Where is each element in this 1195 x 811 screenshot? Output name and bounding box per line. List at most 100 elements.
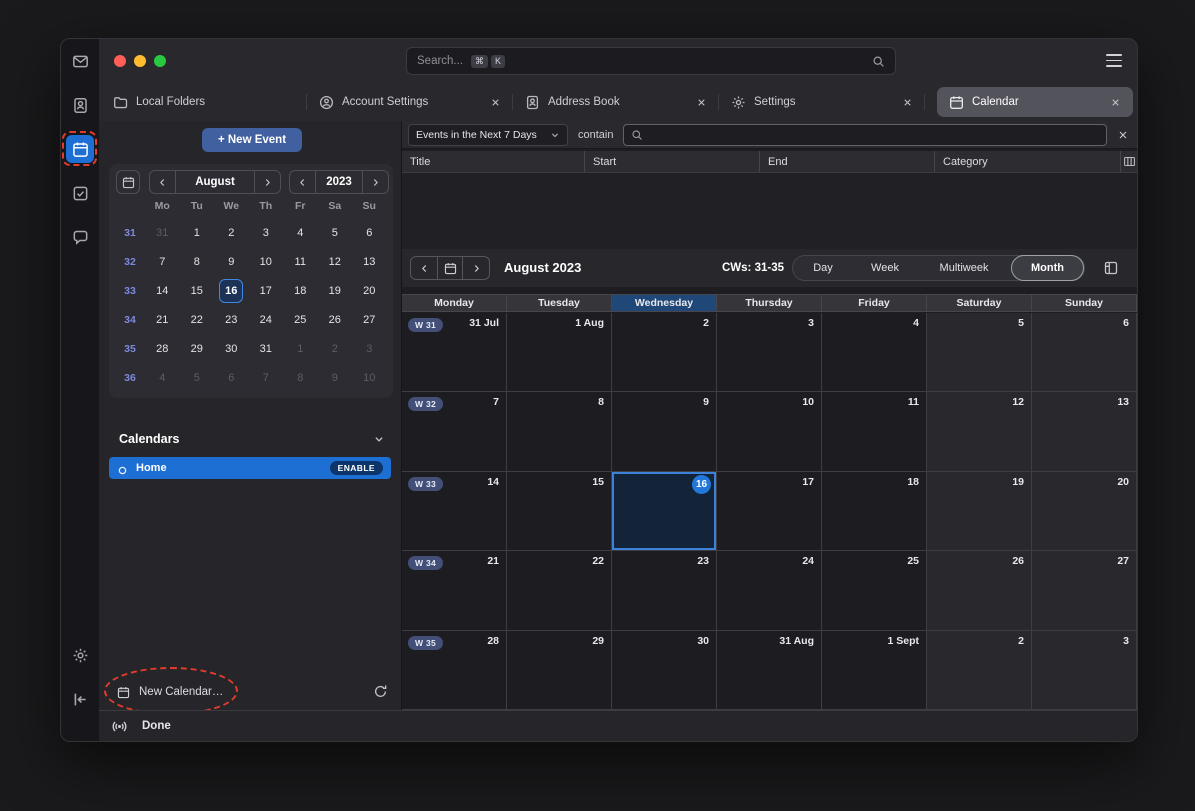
mini-day[interactable]: 14 [150, 279, 174, 303]
tab-close-button[interactable] [490, 97, 501, 108]
day-cell[interactable]: 10 [717, 392, 822, 471]
tab-close-button[interactable] [1110, 97, 1121, 108]
close-button[interactable] [114, 55, 126, 67]
mini-day[interactable]: 6 [357, 221, 381, 245]
view-day[interactable]: Day [793, 255, 853, 281]
sync-calendars-button[interactable] [373, 683, 389, 699]
day-cell[interactable]: 24 [717, 551, 822, 630]
day-cell[interactable]: 16 [612, 472, 717, 551]
next-period-button[interactable] [463, 257, 489, 279]
column-header-start[interactable]: Start [585, 151, 760, 172]
day-cell[interactable]: 11 [822, 392, 927, 471]
tab-local-folders[interactable]: Local Folders [101, 83, 307, 121]
prev-period-button[interactable] [411, 257, 437, 279]
mini-day[interactable]: 4 [288, 221, 312, 245]
day-cell[interactable]: 26 [927, 551, 1032, 630]
mini-day[interactable]: 10 [357, 366, 381, 390]
day-cell[interactable]: 12 [927, 392, 1032, 471]
mini-day[interactable]: 20 [357, 279, 381, 303]
day-cell[interactable]: 3 [717, 313, 822, 392]
new-calendar-button[interactable]: New Calendar… [117, 683, 223, 701]
mini-day[interactable]: 30 [219, 337, 243, 361]
new-event-button[interactable]: + New Event [202, 128, 302, 152]
tab-close-button[interactable] [696, 97, 707, 108]
mini-day[interactable]: 1 [185, 221, 209, 245]
mini-calendar-picker-button[interactable] [116, 170, 140, 194]
mini-day[interactable]: 7 [254, 366, 278, 390]
day-cell[interactable]: 4 [822, 313, 927, 392]
mini-week-number[interactable]: 33 [124, 285, 136, 297]
day-cell[interactable]: W 3528 [402, 631, 507, 710]
mini-day[interactable]: 9 [323, 366, 347, 390]
day-cell[interactable]: 31 Aug [717, 631, 822, 710]
calendar-list-item[interactable]: HomeENABLE [109, 457, 391, 479]
day-cell[interactable]: 17 [717, 472, 822, 551]
day-cell[interactable]: 1 Sept [822, 631, 927, 710]
day-cell[interactable]: 6 [1032, 313, 1137, 392]
mini-day[interactable]: 3 [357, 337, 381, 361]
day-cell[interactable]: 19 [927, 472, 1032, 551]
mini-day[interactable]: 6 [219, 366, 243, 390]
next-month-button[interactable] [254, 171, 280, 193]
day-cell[interactable]: 27 [1032, 551, 1137, 630]
mini-week-number[interactable]: 32 [124, 256, 136, 268]
mini-day[interactable]: 31 [254, 337, 278, 361]
mini-day[interactable]: 27 [357, 308, 381, 332]
day-cell[interactable]: 30 [612, 631, 717, 710]
mini-day[interactable]: 24 [254, 308, 278, 332]
day-cell[interactable]: 13 [1032, 392, 1137, 471]
calendars-section-header[interactable]: Calendars [119, 429, 385, 449]
mini-day[interactable]: 2 [323, 337, 347, 361]
column-picker-button[interactable] [1121, 151, 1137, 172]
mini-day[interactable]: 17 [254, 279, 278, 303]
mini-day[interactable]: 2 [219, 221, 243, 245]
day-cell[interactable]: 1 Aug [507, 313, 612, 392]
column-header-title[interactable]: Title [402, 151, 585, 172]
nav-calendar[interactable] [66, 135, 94, 163]
mini-day[interactable]: 1 [288, 337, 312, 361]
tab-address-book[interactable]: Address Book [513, 83, 719, 121]
global-search[interactable]: Search... ⌘K [406, 47, 896, 75]
day-cell[interactable]: 22 [507, 551, 612, 630]
day-cell[interactable]: W 3131 Jul [402, 313, 507, 392]
mini-day[interactable]: 10 [254, 250, 278, 274]
day-cell[interactable]: 8 [507, 392, 612, 471]
next-year-button[interactable] [362, 171, 388, 193]
event-search-input[interactable] [649, 128, 1099, 142]
today-button[interactable] [437, 257, 463, 279]
mini-day[interactable]: 23 [219, 308, 243, 332]
mini-day[interactable]: 3 [254, 221, 278, 245]
mini-day[interactable]: 31 [150, 221, 174, 245]
day-cell[interactable]: 25 [822, 551, 927, 630]
prev-year-button[interactable] [290, 171, 316, 193]
tab-calendar[interactable]: Calendar [937, 87, 1133, 117]
day-cell[interactable]: 3 [1032, 631, 1137, 710]
mini-day[interactable]: 25 [288, 308, 312, 332]
app-menu-button[interactable] [1106, 54, 1122, 67]
mini-day[interactable]: 26 [323, 308, 347, 332]
mini-day[interactable]: 5 [185, 366, 209, 390]
day-cell[interactable]: 9 [612, 392, 717, 471]
mini-day[interactable]: 21 [150, 308, 174, 332]
tab-account-settings[interactable]: Account Settings [307, 83, 513, 121]
tab-close-button[interactable] [902, 97, 913, 108]
day-cell[interactable]: 20 [1032, 472, 1137, 551]
close-filter-button[interactable] [1117, 128, 1131, 142]
mini-day[interactable]: 18 [288, 279, 312, 303]
mini-day[interactable]: 4 [150, 366, 174, 390]
nav-chat[interactable] [66, 223, 94, 251]
event-filter-dropdown[interactable]: Events in the Next 7 Days [408, 124, 568, 146]
mini-day[interactable]: 16 [219, 279, 243, 303]
rotate-view-button[interactable] [1103, 259, 1120, 276]
day-cell[interactable]: 2 [612, 313, 717, 392]
mini-week-number[interactable]: 31 [124, 227, 136, 239]
minimize-button[interactable] [134, 55, 146, 67]
mini-day[interactable]: 12 [323, 250, 347, 274]
day-cell[interactable]: 2 [927, 631, 1032, 710]
nav-tasks[interactable] [66, 179, 94, 207]
day-cell[interactable]: 29 [507, 631, 612, 710]
mini-week-number[interactable]: 36 [124, 372, 136, 384]
nav-mail[interactable] [66, 47, 94, 75]
view-multiweek[interactable]: Multiweek [917, 255, 1011, 281]
mini-day[interactable]: 11 [288, 250, 312, 274]
